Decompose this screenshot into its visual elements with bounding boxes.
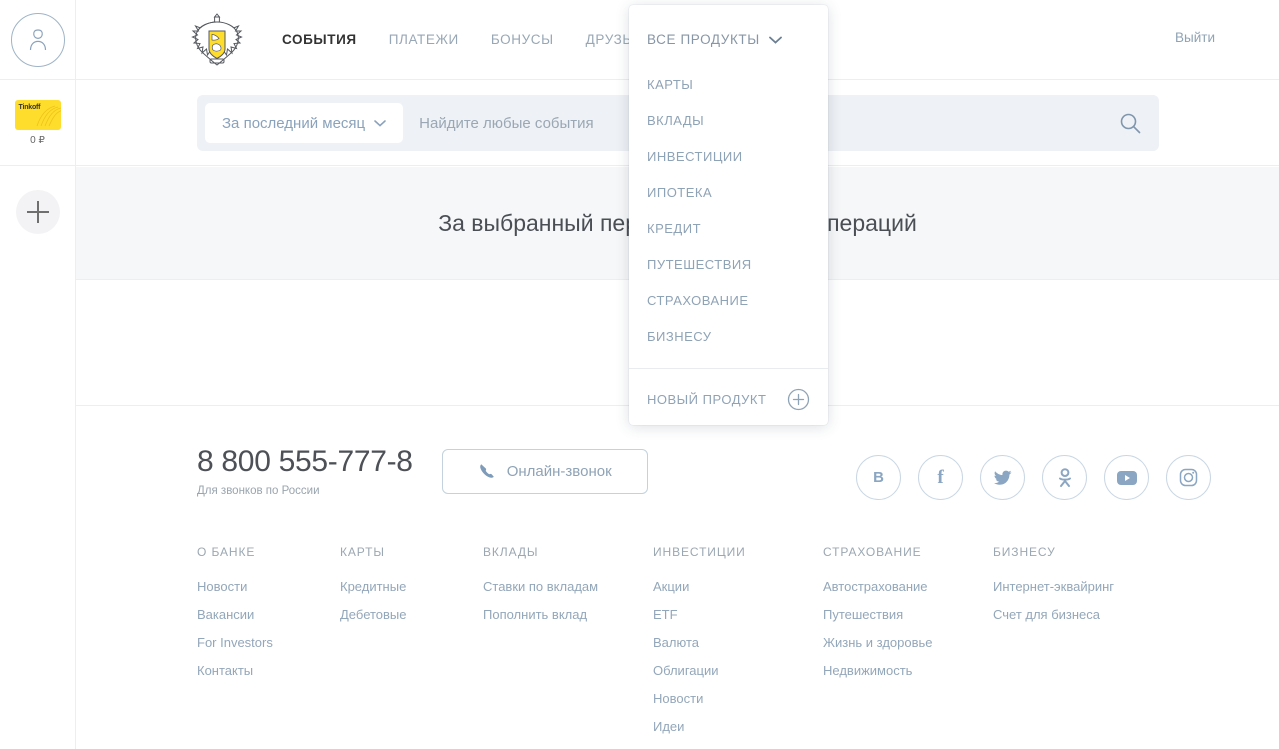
tinkoff-shield-logo[interactable] [186, 9, 248, 71]
card-balance: 0 ₽ [30, 134, 45, 146]
chevron-down-icon [374, 119, 386, 127]
plus-icon [26, 201, 49, 223]
footer-link[interactable]: ETF [653, 607, 823, 622]
footer-link[interactable]: Облигации [653, 663, 823, 678]
dropdown-new-product-label: НОВЫЙ ПРОДУКТ [647, 391, 767, 407]
footer-link[interactable]: Валюта [653, 635, 823, 650]
dropdown-item-travel[interactable]: ПУТЕШЕСТВИЯ [629, 247, 828, 283]
footer-link[interactable]: Жизнь и здоровье [823, 635, 993, 650]
footer-column-title: БИЗНЕСУ [993, 545, 1056, 559]
footer-link[interactable]: Интернет-эквайринг [993, 579, 1163, 594]
dropdown-new-product[interactable]: НОВЫЙ ПРОДУКТ [629, 369, 828, 429]
social-instagram-button[interactable] [1166, 455, 1211, 500]
nav-item-payments[interactable]: ПЛАТЕЖИ [373, 0, 475, 80]
youtube-icon [1116, 470, 1137, 485]
dropdown-item-cards[interactable]: КАРТЫ [629, 67, 828, 103]
footer-link[interactable]: Дебетовые [340, 607, 483, 622]
footer-link[interactable]: Счет для бизнеса [993, 607, 1163, 622]
user-avatar-icon [29, 28, 46, 50]
social-odnoklassniki-button[interactable] [1042, 455, 1087, 500]
dropdown-item-insurance[interactable]: СТРАХОВАНИЕ [629, 283, 828, 319]
social-twitter-button[interactable] [980, 455, 1025, 500]
chevron-down-icon [768, 36, 782, 44]
social-facebook-button[interactable]: f [918, 455, 963, 500]
footer-link[interactable]: Новости [653, 691, 823, 706]
footer-column-title: СТРАХОВАНИЕ [823, 545, 922, 559]
footer-link[interactable]: Ставки по вкладам [483, 579, 653, 594]
footer-column-deposits: ВКЛАДЫ Ставки по вкладам Пополнить вклад [483, 545, 653, 747]
dropdown-item-mortgage[interactable]: ИПОТЕКА [629, 175, 828, 211]
footer-link[interactable]: Недвижимость [823, 663, 993, 678]
footer-link[interactable]: Пополнить вклад [483, 607, 653, 622]
footer-column-investments: ИНВЕСТИЦИИ Акции ETF Валюта Облигации Но… [653, 545, 823, 747]
footer-link[interactable]: Автострахование [823, 579, 993, 594]
footer-link[interactable]: Контакты [197, 663, 340, 678]
dropdown-item-list: КАРТЫ ВКЛАДЫ ИНВЕСТИЦИИ ИПОТЕКА КРЕДИТ П… [629, 67, 828, 355]
avatar[interactable] [10, 12, 65, 67]
footer-link[interactable]: Вакансии [197, 607, 340, 622]
sidebar-avatar-cell[interactable] [0, 0, 75, 80]
dropdown-item-business[interactable]: БИЗНЕСУ [629, 319, 828, 355]
support-phone[interactable]: 8 800 555-777-8 [197, 445, 413, 479]
footer-link[interactable]: Новости [197, 579, 340, 594]
card-pattern-icon [36, 105, 61, 126]
footer-link[interactable]: For Investors [197, 635, 340, 650]
instagram-icon [1179, 468, 1198, 487]
nav-item-events[interactable]: СОБЫТИЯ [266, 0, 373, 80]
footer-contact-row: 8 800 555-777-8 Для звонков по России Он… [197, 445, 648, 497]
footer-link[interactable]: Идеи [653, 719, 823, 734]
dropdown-item-investments[interactable]: ИНВЕСТИЦИИ [629, 139, 828, 175]
footer-column-cards: КАРТЫ Кредитные Дебетовые [340, 545, 483, 747]
search-button[interactable] [1101, 95, 1159, 151]
add-product-button[interactable] [15, 190, 60, 234]
period-filter-dropdown[interactable]: За последний месяц [205, 103, 404, 143]
sidebar-add-cell[interactable] [0, 166, 75, 258]
social-vk-button[interactable]: В [856, 455, 901, 500]
phone-block: 8 800 555-777-8 Для звонков по России [197, 445, 413, 497]
online-call-button[interactable]: Онлайн-звонок [441, 448, 648, 494]
footer-column-about: О БАНКЕ Новости Вакансии For Investors К… [197, 545, 340, 747]
dropdown-header[interactable]: ВСЕ ПРОДУКТЫ [629, 5, 828, 47]
dropdown-item-credit[interactable]: КРЕДИТ [629, 211, 828, 247]
twitter-icon [993, 470, 1012, 485]
footer-column-business: БИЗНЕСУ Интернет-эквайринг Счет для бизн… [993, 545, 1163, 747]
app-page: Tinkoff 0 ₽ СОБЫТИЯ ПЛАТЕЖИ БОНУСЫ ДРУЗЬ… [0, 0, 1279, 749]
logout-link[interactable]: Выйти [1175, 30, 1215, 45]
footer-column-insurance: СТРАХОВАНИЕ Автострахование Путешествия … [823, 545, 993, 747]
support-phone-note: Для звонков по России [197, 485, 320, 497]
sidebar-card-cell[interactable]: Tinkoff 0 ₽ [0, 80, 75, 166]
phone-icon [479, 464, 494, 478]
footer-column-title: О БАНКЕ [197, 545, 256, 559]
online-call-label: Онлайн-звонок [506, 462, 612, 480]
footer-link[interactable]: Кредитные [340, 579, 483, 594]
facebook-icon: f [937, 466, 944, 488]
all-products-dropdown: ВСЕ ПРОДУКТЫ КАРТЫ ВКЛАДЫ ИНВЕСТИЦИИ ИПО… [629, 5, 828, 425]
left-sidebar: Tinkoff 0 ₽ [0, 0, 76, 749]
search-icon [1120, 113, 1141, 134]
footer-column-title: ИНВЕСТИЦИИ [653, 545, 746, 559]
plus-circle-icon [787, 388, 810, 410]
page-footer: 8 800 555-777-8 Для звонков по России Он… [76, 407, 1279, 749]
dropdown-item-deposits[interactable]: ВКЛАДЫ [629, 103, 828, 139]
vk-icon: В [873, 469, 884, 486]
footer-column-title: КАРТЫ [340, 545, 385, 559]
footer-link[interactable]: Акции [653, 579, 823, 594]
social-youtube-button[interactable] [1104, 455, 1149, 500]
footer-link[interactable]: Путешествия [823, 607, 993, 622]
social-links: В f [856, 455, 1211, 500]
footer-link-columns: О БАНКЕ Новости Вакансии For Investors К… [197, 545, 1207, 747]
dropdown-title: ВСЕ ПРОДУКТЫ [647, 32, 760, 47]
period-filter-label: За последний месяц [222, 114, 366, 132]
footer-column-title: ВКЛАДЫ [483, 545, 539, 559]
tinkoff-card[interactable]: Tinkoff [14, 99, 61, 130]
nav-item-bonuses[interactable]: БОНУСЫ [475, 0, 570, 80]
odnoklassniki-icon [1058, 467, 1071, 487]
